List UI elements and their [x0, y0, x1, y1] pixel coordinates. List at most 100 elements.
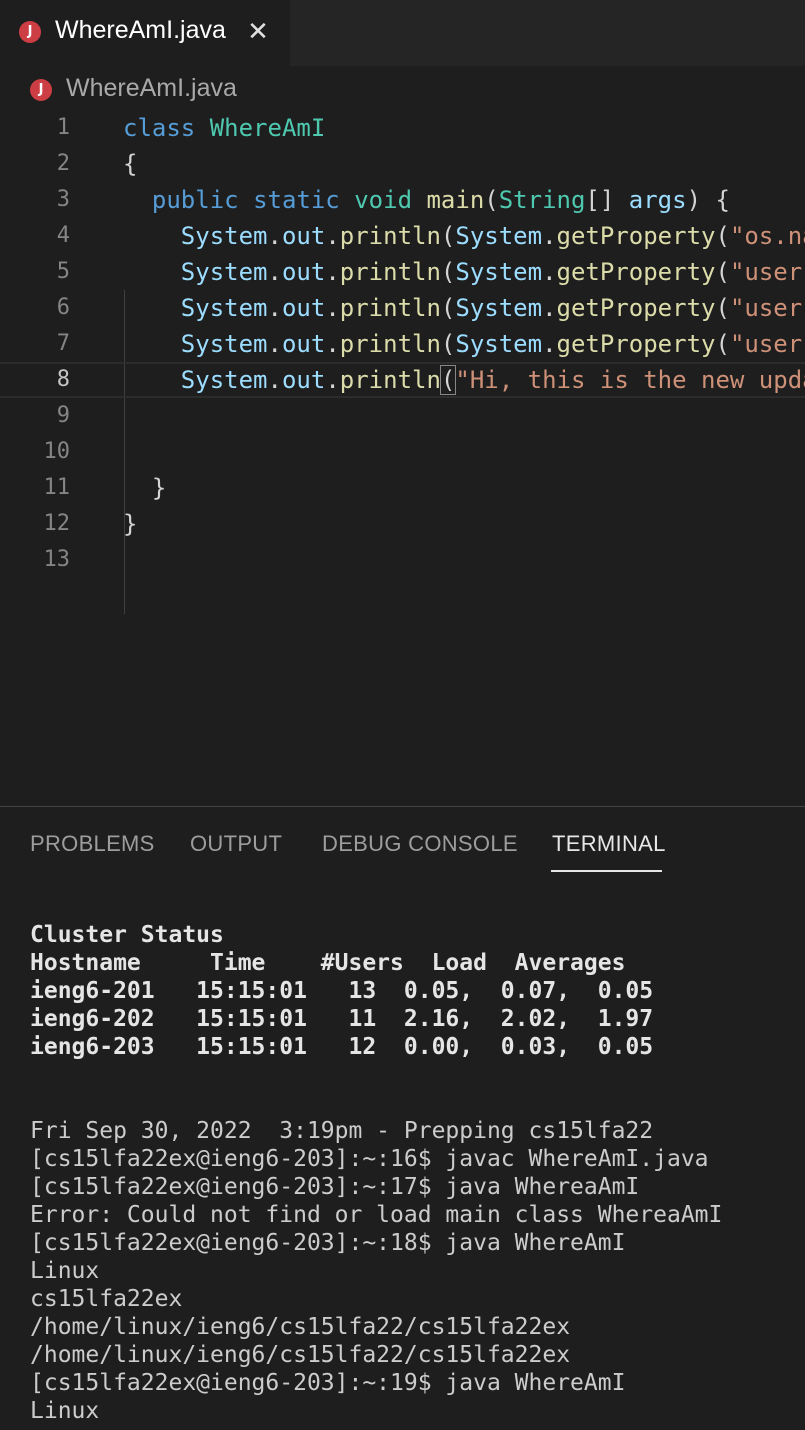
code-token: } [123, 510, 138, 538]
line-number: 1 [56, 115, 70, 140]
code-token: String [498, 186, 586, 214]
code-token: System [455, 258, 543, 286]
editor-tab-bar: J WhereAmI.java ✕ [0, 0, 805, 66]
breadcrumb-file[interactable]: WhereAmI.java [66, 74, 237, 103]
code-line[interactable]: 12} [0, 506, 805, 542]
close-icon[interactable]: ✕ [246, 17, 270, 47]
code-token: ( [484, 186, 499, 214]
code-token: . [267, 222, 282, 250]
code-token: . [267, 294, 282, 322]
code-token: ( [715, 330, 730, 358]
line-number: 12 [43, 511, 71, 536]
code-token: . [325, 222, 340, 250]
code-token: out [281, 366, 326, 394]
tab-output[interactable]: OUTPUT [190, 831, 282, 857]
line-number: 8 [56, 367, 70, 392]
terminal-line: ieng6-202 15:15:01 11 2.16, 2.02, 1.97 [30, 1006, 654, 1032]
terminal-output[interactable]: Cluster Status Hostname Time #Users Load … [30, 921, 805, 1425]
code-token: out [281, 222, 326, 250]
code-line[interactable]: 10 [0, 434, 805, 470]
code-line[interactable]: 2{ [0, 146, 805, 182]
code-line[interactable]: 4 System.out.println(System.getProperty(… [0, 218, 805, 254]
terminal-line: /home/linux/ieng6/cs15lfa22/cs15lfa22ex [30, 1314, 571, 1340]
terminal-line: Hostname Time #Users Load Averages [30, 950, 626, 976]
code-line[interactable]: 3 public static void main(String[] args)… [0, 182, 805, 218]
tab-problems[interactable]: PROBLEMS [30, 831, 155, 857]
code-token: ( [440, 222, 456, 250]
code-line[interactable]: 11 } [0, 470, 805, 506]
terminal-line: ieng6-201 15:15:01 13 0.05, 0.07, 0.05 [30, 978, 654, 1004]
code-token: ( [440, 258, 456, 286]
tab-terminal[interactable]: TERMINAL [552, 831, 666, 857]
code-token: { [123, 150, 138, 178]
code-token: . [542, 222, 557, 250]
code-token: "user [729, 294, 803, 322]
code-token: . [267, 330, 282, 358]
code-line[interactable]: 8 System.out.println("Hi, this is the ne… [0, 362, 805, 398]
code-token: class [123, 114, 196, 142]
terminal-line: Linux [30, 1398, 100, 1424]
line-number: 10 [43, 439, 71, 464]
code-token: System [180, 366, 268, 394]
code-line[interactable]: 7 System.out.println(System.getProperty(… [0, 326, 805, 362]
line-number: 6 [56, 295, 70, 320]
editor-tab-whereami[interactable]: J WhereAmI.java ✕ [0, 0, 290, 66]
code-token: println [339, 366, 441, 394]
code-line[interactable]: 9 [0, 398, 805, 434]
code-token: out [281, 258, 326, 286]
code-token: . [325, 330, 340, 358]
terminal-line: Linux [30, 1258, 100, 1284]
code-line[interactable]: 5 System.out.println(System.getProperty(… [0, 254, 805, 290]
code-token: main [426, 186, 485, 214]
code-token: public [151, 186, 239, 214]
code-token: "os.na [729, 222, 805, 250]
line-number: 2 [56, 151, 70, 176]
code-token: System [455, 294, 543, 322]
code-token: . [542, 330, 557, 358]
code-token: args [628, 186, 687, 214]
code-text: class WhereAmI [123, 110, 325, 146]
terminal-line: [cs15lfa22ex@ieng6-203]:~:16$ javac Wher… [30, 1146, 709, 1172]
code-text: public static void main(String[] args) { [123, 182, 730, 218]
code-line[interactable]: 1 class WhereAmI [0, 110, 805, 146]
code-token: ( [440, 294, 456, 322]
terminal-line: Error: Could not find or load main class… [30, 1202, 723, 1228]
line-number: 3 [56, 187, 70, 212]
terminal-line: ieng6-203 15:15:01 12 0.00, 0.03, 0.05 [30, 1034, 654, 1060]
code-token: ( [715, 294, 730, 322]
code-token: . [542, 294, 557, 322]
line-number: 4 [56, 223, 70, 248]
code-token: ( [439, 365, 457, 395]
code-editor[interactable]: 1 class WhereAmI 2{3 public static void ma… [0, 110, 805, 806]
code-text: System.out.println(System.getProperty("u… [123, 254, 802, 290]
code-token: ( [715, 222, 730, 250]
code-token: System [455, 222, 543, 250]
code-token: System [455, 330, 543, 358]
code-token: ( [440, 330, 456, 358]
line-number: 7 [56, 331, 70, 356]
code-token: "Hi, this is the new upda [455, 366, 805, 394]
code-token: System [180, 294, 268, 322]
code-text: } [123, 470, 166, 506]
code-text: { [123, 146, 137, 182]
code-token: } [123, 474, 167, 502]
terminal-line: cs15lfa22ex [30, 1286, 183, 1312]
code-text: System.out.println(System.getProperty("u… [123, 290, 802, 326]
code-line[interactable]: 6 System.out.println(System.getProperty(… [0, 290, 805, 326]
code-token: WhereAmI [209, 114, 326, 142]
code-line[interactable]: 13 [0, 542, 805, 578]
tab-debug-console[interactable]: DEBUG CONSOLE [322, 831, 518, 857]
line-number: 5 [56, 259, 70, 284]
code-token: . [325, 366, 340, 394]
code-token: . [542, 258, 557, 286]
terminal-line: /home/linux/ieng6/cs15lfa22/cs15lfa22ex [30, 1342, 571, 1368]
